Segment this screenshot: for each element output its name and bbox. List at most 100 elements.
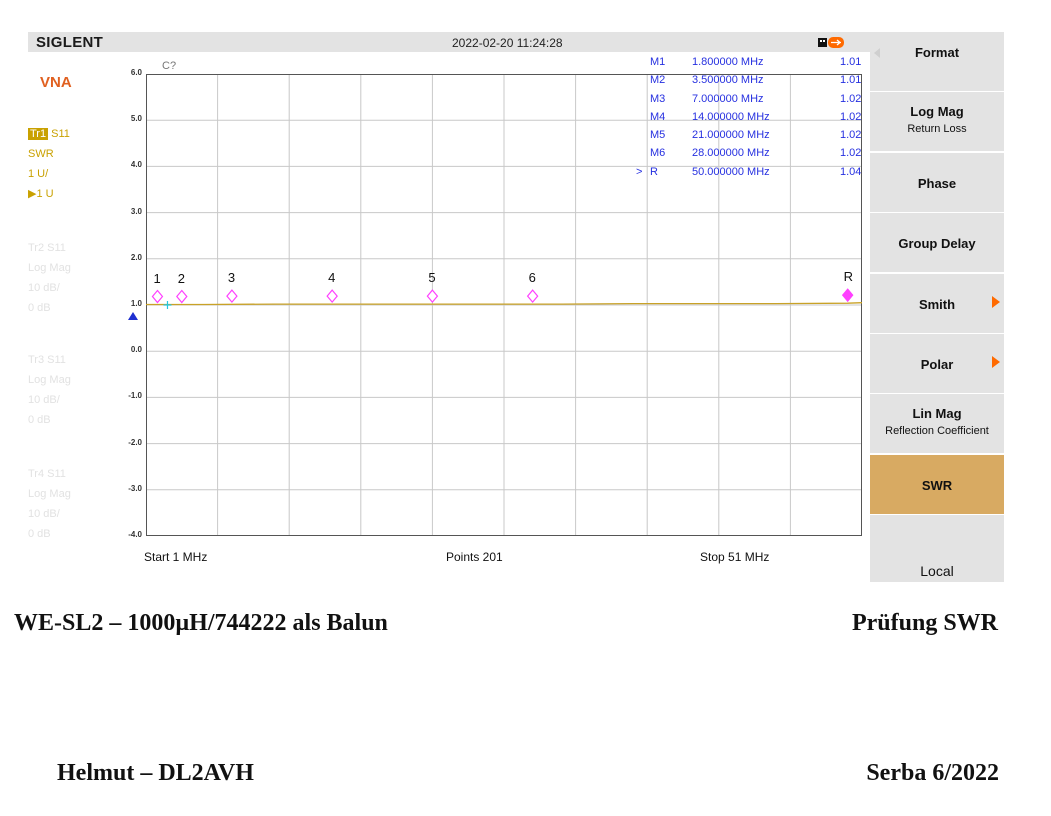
datetime: 2022-02-20 11:24:28 [452,36,563,50]
softkey-title: Phase [917,175,957,191]
marker-table-row: M6 28.000000 MHz 1.02 [644,147,864,165]
softkey-title: Polar [920,357,954,372]
footer-left: Helmut – DL2AVH [57,760,254,786]
softkey-title: Log Mag [910,104,964,120]
trace-info-line: 10 dB/ [28,508,60,520]
submenu-arrow-icon [992,295,1000,308]
trace-3-info[interactable]: Tr3 S11 Log Mag 10 dB/0 dB [28,350,71,430]
start-frequency: Start 1 MHz [144,550,208,564]
channel-label: C? [162,60,177,72]
softkey-polar[interactable]: Polar [870,334,1004,393]
cursor-mark [163,301,172,309]
trace-tag: Tr1 [28,128,49,140]
vna-screen: SIGLENT 2022-02-20 11:24:28 VNA Tr1 S11 S… [28,32,1004,582]
marker-2-diamond [176,289,188,304]
active-marker-pointer: > [636,165,643,178]
marker-id: M3 [650,92,666,105]
softkey-smith[interactable]: Smith [870,273,1004,333]
y-tick-label: -3.0 [128,483,142,493]
usb-icon [818,37,844,48]
marker-frequency: 14.000000 MHz [692,110,770,123]
marker-frequency: 3.500000 MHz [692,74,764,87]
trace-info-line: Log Mag [28,262,71,274]
softkey-title: Smith [918,296,956,312]
marker-value: 1.02 [840,129,862,142]
marker-label-5: 5 [428,270,436,286]
marker-id: M5 [650,129,666,142]
y-tick-label: -2.0 [128,437,142,447]
reference-level-icon [128,312,138,320]
softkey-swr[interactable]: SWR [870,454,1004,514]
marker-4-diamond [326,289,338,304]
marker-id: M2 [650,74,666,87]
trace-info-line: Tr4 S11 [28,468,66,480]
marker-frequency: 50.000000 MHz [692,165,770,178]
brand-logo: SIGLENT [36,34,104,51]
trace-2-info[interactable]: Tr2 S11 Log Mag 10 dB/0 dB [28,238,71,318]
softkey-lin-mag[interactable]: Lin Mag Reflection Coefficient [870,394,1004,454]
marker-table-row: M4 14.000000 MHz 1.02 [644,111,864,129]
marker-value: 1.01 [840,74,862,87]
softkey-title [870,515,1004,538]
points-count: Points 201 [446,550,503,564]
back-arrow-icon [874,48,880,58]
softkey-title: SWR [921,477,953,493]
marker-id: M6 [650,147,666,160]
trace-info-line: Log Mag [28,488,71,500]
trace-info-line: Tr1 S11 [28,128,70,140]
trace-info-line: 10 dB/ [28,394,60,406]
trace-info-line: Log Mag [28,374,71,386]
stop-frequency: Stop 51 MHz [700,550,770,564]
marker-value: 1.02 [840,92,862,105]
marker-frequency: 21.000000 MHz [692,129,770,142]
trace-info-line: SWR [28,148,54,160]
y-tick-label: 6.0 [130,68,142,77]
marker-table-row: M3 7.000000 MHz 1.02 [644,93,864,111]
y-tick-label: 1.0 [130,299,142,308]
marker-table-row: M1 1.800000 MHz 1.01 [644,56,864,74]
footer-right: Serba 6/2022 [866,760,999,786]
marker-label-2: 2 [177,270,186,286]
trace-info-line: Tr2 S11 [28,242,66,254]
y-tick-label: 0.0 [130,345,142,355]
trace-info-line: 10 dB/ [28,282,60,294]
trace-info-line: 0 dB [28,414,51,426]
marker-1-diamond [151,289,164,304]
softkey-title: Group Delay [898,236,976,252]
y-tick-label: 5.0 [130,114,142,124]
title-right: Prüfung SWR [851,610,998,636]
trace-info-line: Tr3 S11 [28,354,66,366]
marker-id: M4 [650,110,666,123]
y-tick-label: -1.0 [128,391,142,401]
y-tick-label: -4.0 [128,530,142,539]
marker-table-row: M5 21.000000 MHz 1.02 [644,129,864,147]
softkey-title: Lin Mag [912,406,962,422]
softkey-log-mag[interactable]: Log Mag Return Loss [870,92,1004,152]
trace-info-line: 0 dB [28,302,51,314]
y-tick-label: 3.0 [130,206,142,216]
marker-value: 1.04 [840,165,862,178]
marker-r-diamond [841,288,854,303]
marker-3-diamond [226,289,238,304]
marker-table: M1 1.800000 MHz 1.01 M2 3.500000 MHz 1.01 M3 7.… [636,56,864,184]
trace-4-info[interactable]: Tr4 S11 Log Mag 10 dB/0 dB [28,464,71,544]
marker-value: 1.02 [840,110,862,123]
softkey-subtitle: Reflection Coefficient [885,425,989,438]
softkey-panel: Format Log Mag Return Loss Phase Group Delay… [870,32,1004,582]
y-tick-label: 4.0 [130,160,142,170]
trace-info-line: 1 U/ [28,168,49,180]
marker-id: R [650,165,658,178]
marker-label-4: 4 [328,270,336,286]
submenu-arrow-icon [992,356,1000,368]
local-button[interactable]: Local [870,560,1004,582]
trace-info-line: ▶1 U [28,188,54,200]
trace-1-info[interactable]: Tr1 S11 SWR 1 U/ ▶1 U [28,124,70,204]
marker-6-diamond [526,289,539,304]
softkey-group-delay[interactable]: Group Delay [870,213,1004,273]
marker-table-row: > R 50.000000 MHz 1.04 [636,165,864,184]
trace-info-line: 0 dB [28,528,51,540]
softkey-format[interactable]: Format [870,32,1004,91]
mode-label: VNA [40,74,72,91]
marker-label-6: 6 [528,270,536,286]
softkey-phase[interactable]: Phase [870,152,1004,212]
